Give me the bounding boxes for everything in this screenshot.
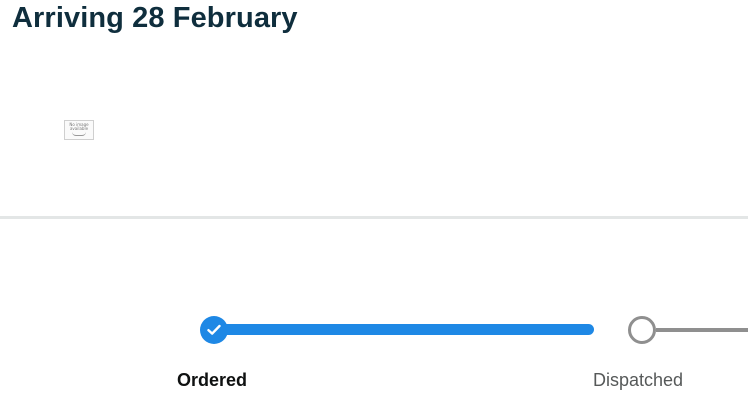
delivery-heading: Arriving 28 February — [12, 2, 298, 34]
checkmark-icon — [207, 324, 221, 335]
progress-track-complete — [214, 324, 594, 335]
placeholder-logo-icon — [72, 132, 86, 136]
step-dispatched-label: Dispatched — [593, 370, 684, 390]
product-image-placeholder[interactable]: No image available — [64, 120, 94, 140]
progress-track-pending — [656, 328, 748, 332]
step-dispatched-node — [628, 316, 656, 344]
section-divider — [0, 216, 748, 219]
step-ordered-node — [200, 316, 228, 344]
order-tracking-page: Arriving 28 February No image available … — [0, 0, 748, 413]
step-ordered-label: Ordered — [177, 370, 248, 390]
no-image-text-line2: available — [69, 126, 89, 131]
